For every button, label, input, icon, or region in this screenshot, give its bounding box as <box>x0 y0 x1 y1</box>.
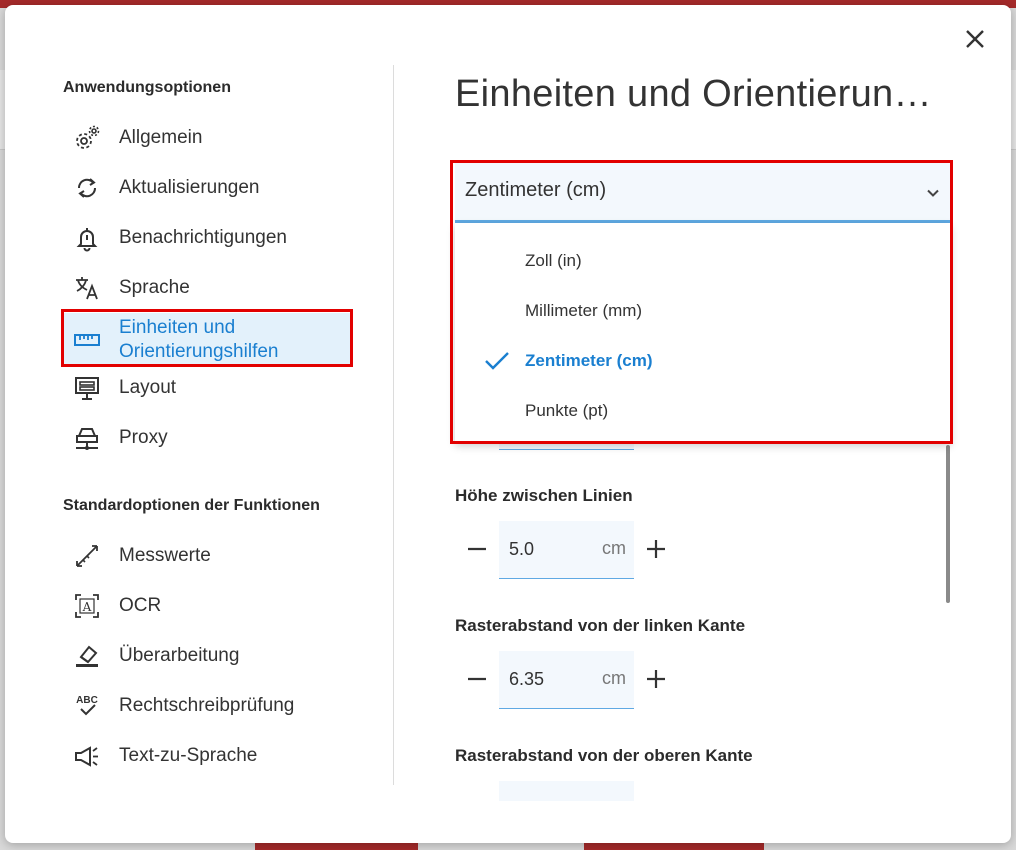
sidebar-item-label: Einheiten und Orientierungshilfen <box>119 317 279 362</box>
sync-icon <box>71 172 103 204</box>
option-label: Zoll (in) <box>525 251 582 270</box>
chevron-down-icon <box>927 189 939 197</box>
unit-select[interactable]: Zentimeter (cm) <box>455 163 951 223</box>
settings-dialog: Anwendungsoptionen Allgemein Aktualisier… <box>5 5 1011 843</box>
dropdown-option-inch[interactable]: Zoll (in) <box>455 236 951 286</box>
sidebar-item-measurements[interactable]: Messwerte <box>63 534 351 578</box>
field-label-grid-left: Rasterabstand von der linken Kante <box>455 616 746 635</box>
unit-select-value: Zentimeter (cm) <box>465 179 607 201</box>
checkmark-icon <box>455 350 525 372</box>
field-label-line-height: Höhe zwischen Linien <box>455 486 633 505</box>
unit-dropdown-menu: Zoll (in) Millimeter (mm) Zentimeter (cm… <box>455 223 951 443</box>
minus-icon <box>468 677 486 681</box>
input-unit: cm <box>602 538 626 558</box>
sidebar-item-spellcheck[interactable]: ABC Rechtschreibprüfung <box>63 684 351 728</box>
sidebar-divider <box>393 65 394 785</box>
sidebar-item-units[interactable]: Einheiten und Orientierungshilfen <box>63 313 351 367</box>
section-title-feature-defaults: Standardoptionen der Funktionen <box>63 497 320 514</box>
sidebar-item-label: Sprache <box>119 277 190 298</box>
sidebar-item-label: Text-zu-Sprache <box>119 745 258 766</box>
content-scrollbar[interactable] <box>946 445 950 603</box>
close-icon <box>966 30 984 48</box>
sidebar-item-label: OCR <box>119 595 162 616</box>
option-label: Millimeter (mm) <box>525 301 643 320</box>
spellcheck-icon: ABC <box>71 690 103 722</box>
sidebar-item-text-to-speech[interactable]: Text-zu-Sprache <box>63 734 351 778</box>
field-label-grid-top: Rasterabstand von der oberen Kante <box>455 746 753 765</box>
page-title: Einheiten und Orientierun… <box>455 73 932 115</box>
dropdown-option-point[interactable]: Punkte (pt) <box>455 386 951 436</box>
grid-left-stepper: 6.35 cm <box>455 651 675 711</box>
plus-icon <box>647 540 665 558</box>
sidebar-item-label: Rechtschreibprüfung <box>119 695 295 716</box>
sidebar-item-updates[interactable]: Aktualisierungen <box>63 166 351 210</box>
sidebar-item-label: Aktualisierungen <box>119 177 260 198</box>
megaphone-icon <box>71 740 103 772</box>
sidebar-item-label: Messwerte <box>119 545 211 566</box>
measure-icon <box>71 540 103 572</box>
translate-icon <box>71 272 103 304</box>
grid-top-input[interactable] <box>499 781 634 801</box>
increment-button[interactable] <box>644 667 668 691</box>
background-app-footer-left <box>255 842 418 850</box>
option-label: Punkte (pt) <box>525 401 609 420</box>
sidebar-item-notifications[interactable]: Benachrichtigungen <box>63 216 351 260</box>
sidebar-item-label: Überarbeitung <box>119 645 240 666</box>
decrement-button[interactable] <box>465 537 489 561</box>
input-value: 5.0 <box>509 539 535 559</box>
grid-left-input[interactable]: 6.35 cm <box>499 651 634 709</box>
svg-text:ABC: ABC <box>76 695 98 706</box>
increment-button[interactable] <box>644 537 668 561</box>
plus-icon <box>647 670 665 688</box>
bell-icon <box>71 222 103 254</box>
dropdown-option-millimeter[interactable]: Millimeter (mm) <box>455 286 951 336</box>
line-height-stepper: 5.0 cm <box>455 521 675 581</box>
svg-text:A: A <box>82 600 92 614</box>
sidebar-item-ocr[interactable]: A OCR <box>63 584 351 628</box>
sidebar-item-label: Layout <box>119 377 177 398</box>
layout-icon <box>71 372 103 404</box>
ocr-icon: A <box>71 590 103 622</box>
close-button[interactable] <box>963 27 987 51</box>
decrement-button[interactable] <box>465 667 489 691</box>
option-label: Zentimeter (cm) <box>525 351 653 370</box>
sidebar-item-redaction[interactable]: Überarbeitung <box>63 634 351 678</box>
sidebar-item-label: Allgemein <box>119 127 203 148</box>
sidebar-item-label: Benachrichtigungen <box>119 227 287 248</box>
sidebar-item-general[interactable]: Allgemein <box>63 116 351 160</box>
settings-sidebar: Anwendungsoptionen Allgemein Aktualisier… <box>5 5 395 843</box>
dropdown-option-centimeter[interactable]: Zentimeter (cm) <box>455 336 951 386</box>
background-app-footer-right <box>584 842 764 850</box>
sidebar-item-proxy[interactable]: Proxy <box>63 416 351 460</box>
minus-icon <box>468 547 486 551</box>
input-unit: cm <box>602 668 626 688</box>
proxy-icon <box>71 422 103 454</box>
sidebar-item-layout[interactable]: Layout <box>63 366 351 410</box>
sidebar-item-label: Proxy <box>119 427 168 448</box>
section-title-application-options: Anwendungsoptionen <box>63 79 231 96</box>
gear-icon <box>71 122 103 154</box>
ruler-icon <box>71 324 103 356</box>
line-height-input[interactable]: 5.0 cm <box>499 521 634 579</box>
sidebar-item-language[interactable]: Sprache <box>63 266 351 310</box>
input-value: 6.35 <box>509 669 545 689</box>
eraser-icon <box>71 640 103 672</box>
